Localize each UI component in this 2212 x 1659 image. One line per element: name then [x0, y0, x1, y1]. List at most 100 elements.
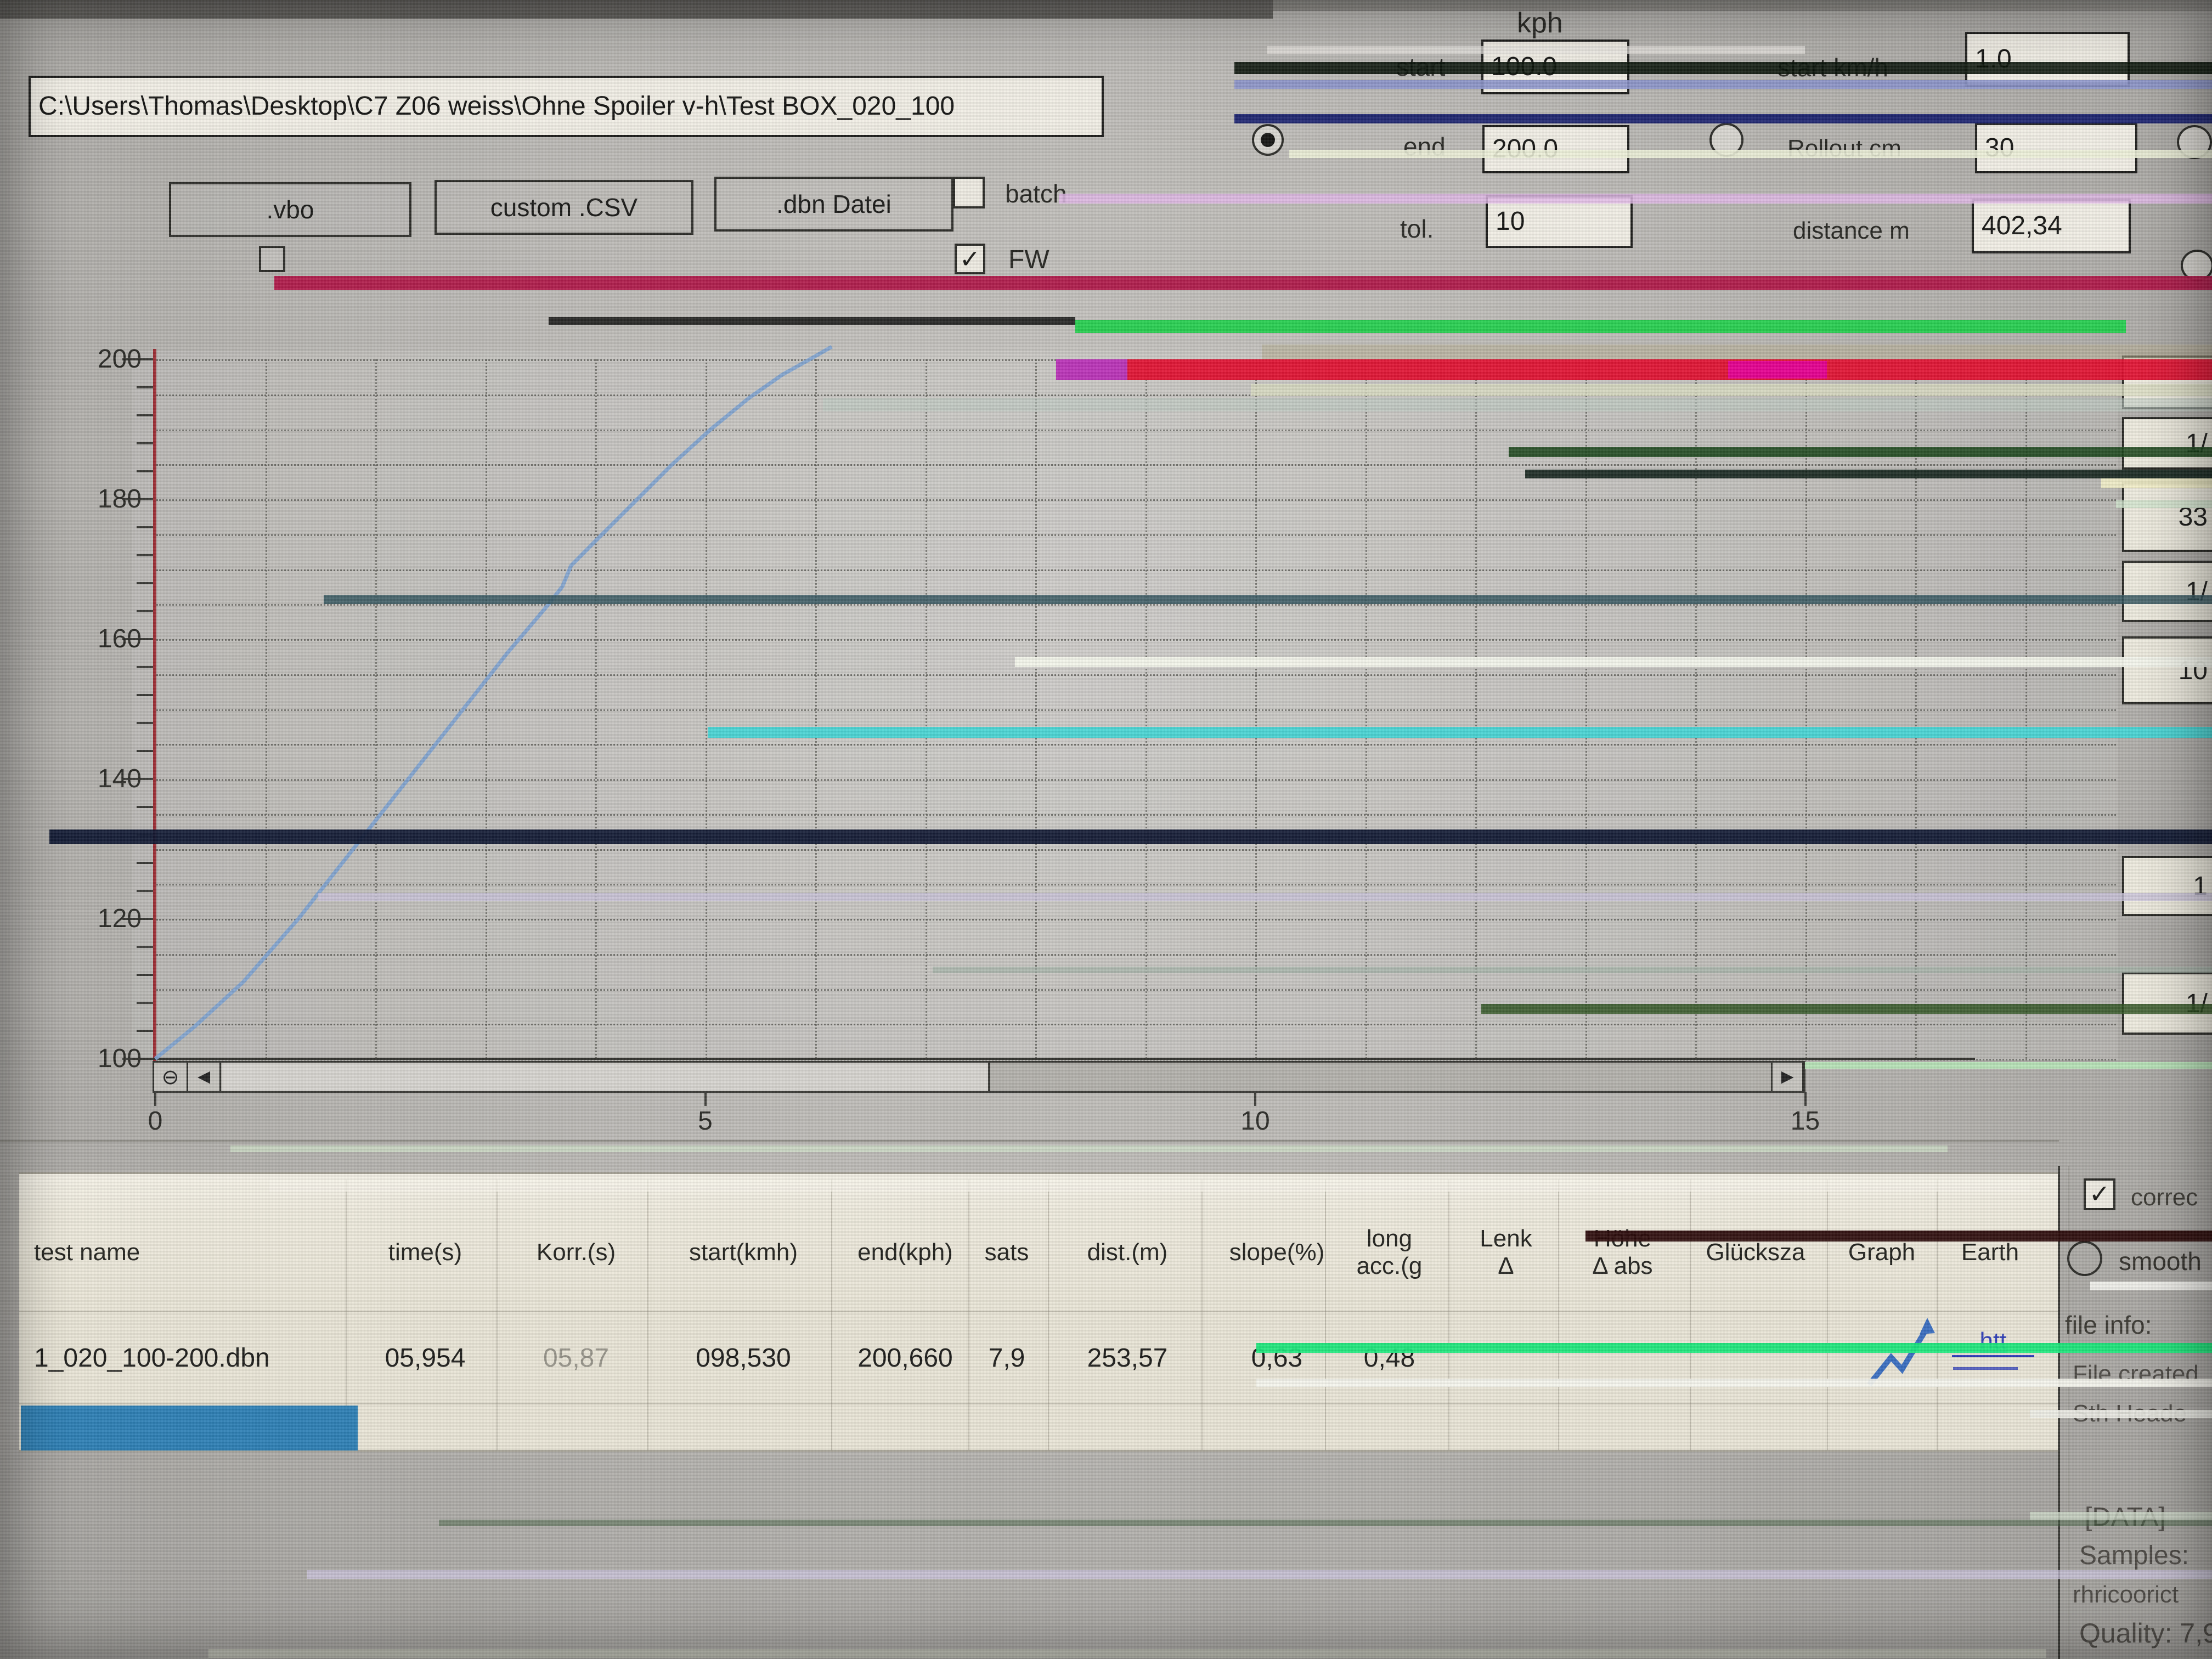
table-cell[interactable]: 0,48 [1330, 1317, 1448, 1399]
selected-row-cell[interactable] [21, 1406, 358, 1451]
table-cell[interactable] [1695, 1317, 1816, 1399]
column-separator [1048, 1180, 1049, 1451]
vbox-analysis-app: C:\Users\Thomas\Desktop\C7 Z06 weiss\Ohn… [0, 0, 2212, 1659]
edge-radio-bottom[interactable] [2181, 250, 2212, 281]
table-header-h-he-abs[interactable]: Höhe Δ abs [1564, 1199, 1681, 1306]
table-header-graph[interactable]: Graph [1832, 1199, 1931, 1306]
smooth-label: smooth [2119, 1246, 2202, 1276]
scroll-right-icon[interactable]: ► [1771, 1063, 1804, 1091]
fw-label: FW [1008, 245, 1049, 275]
table-cell[interactable]: 0,63 [1207, 1317, 1347, 1399]
table-header-long-acc-g[interactable]: long acc.(g [1330, 1199, 1448, 1306]
scroll-left-glyph: ◄ [194, 1065, 215, 1089]
top-bezel-strip-right [1273, 0, 2212, 11]
side-field[interactable] [2122, 356, 2212, 409]
batch-checkbox[interactable] [953, 177, 985, 208]
column-separator [496, 1180, 498, 1451]
table-cell[interactable]: 253,57 [1053, 1317, 1201, 1399]
vbo-option-checkbox[interactable] [259, 246, 285, 272]
table-header-time-s-[interactable]: time(s) [351, 1199, 499, 1306]
file-info-title: file info: [2065, 1310, 2152, 1340]
y-tick-label: 140 [48, 764, 142, 794]
table-cell[interactable]: 05,87 [502, 1317, 650, 1399]
side-field[interactable]: 1/ [2122, 417, 2212, 470]
data-section-tag: [DATA] [2085, 1502, 2166, 1532]
end-speed-input[interactable]: 200.0 [1482, 125, 1629, 173]
table-cell[interactable]: 1_020_100-200.dbn [21, 1317, 345, 1399]
table-row-separator [19, 1403, 2059, 1404]
glitch-bar [208, 1649, 2046, 1658]
table-cell[interactable]: 200,660 [837, 1317, 974, 1399]
mode-radio-selected[interactable] [1252, 124, 1284, 156]
scroll-left-icon[interactable]: ◄ [188, 1063, 221, 1091]
start-kmh-input[interactable]: 1.0 [1965, 32, 2130, 87]
table-cell[interactable]: 098,530 [653, 1317, 834, 1399]
side-field[interactable]: 33 [2122, 482, 2212, 552]
edge-radio-top[interactable] [2177, 125, 2212, 159]
vbo-import-button[interactable]: .vbo [169, 182, 411, 237]
smooth-radio[interactable] [2067, 1241, 2102, 1276]
side-field[interactable]: 1 [2122, 856, 2212, 916]
custom-csv-import-button[interactable]: custom .CSV [435, 180, 693, 235]
zoom-out-icon[interactable]: ⊖ [154, 1063, 188, 1091]
y-tick-label: 160 [48, 624, 142, 654]
table-header-test-name[interactable]: test name [21, 1199, 345, 1306]
column-separator [1325, 1180, 1326, 1451]
column-separator [1827, 1180, 1828, 1451]
chart-horizontal-scrollbar[interactable]: ⊖ ◄ ► [153, 1061, 1805, 1093]
samples-line: Samples: [2079, 1541, 2189, 1571]
rollout-radio[interactable] [1709, 123, 1743, 157]
file-info-line3: rhricoorict [2073, 1581, 2179, 1609]
x-tick-label: 5 [673, 1106, 738, 1136]
table-header-korr-s-[interactable]: Korr.(s) [502, 1199, 650, 1306]
tolerance-input[interactable]: 10 [1486, 195, 1633, 248]
correct-checkbox[interactable] [2084, 1178, 2115, 1210]
side-field[interactable]: 1/ [2122, 561, 2212, 622]
x-tick-label: 10 [1222, 1106, 1288, 1136]
dbn-button-label: .dbn Datei [776, 189, 891, 219]
y-tick-label: 100 [48, 1043, 142, 1074]
panel-border [2058, 1166, 2060, 1659]
start-speed-input[interactable]: 100.0 [1481, 40, 1629, 94]
table-cell[interactable] [1564, 1317, 1681, 1399]
table-cell[interactable] [1454, 1317, 1558, 1399]
table-header-lenk-[interactable]: Lenk Δ [1454, 1199, 1558, 1306]
x-tick-label: 15 [1773, 1106, 1838, 1136]
scrollbar-thumb[interactable] [222, 1063, 990, 1091]
file-info-line1: File created [2073, 1361, 2199, 1388]
table-header-start-kmh-[interactable]: start(kmh) [653, 1199, 834, 1306]
y-tick-label: 180 [48, 484, 142, 514]
column-separator [968, 1180, 969, 1451]
correct-label: correc [2131, 1184, 2198, 1211]
kph-unit-label: kph [1517, 7, 1563, 40]
distance-input[interactable]: 402,34 [1972, 199, 2131, 253]
table-header-end-kph-[interactable]: end(kph) [837, 1199, 974, 1306]
dbn-import-button[interactable]: .dbn Datei [714, 177, 953, 232]
fw-checkbox[interactable] [955, 244, 985, 274]
tolerance-label: tol. [1400, 214, 1434, 244]
glitch-bar [439, 1520, 2212, 1526]
rollout-label: Rollout cm [1787, 135, 1901, 162]
vbo-button-label: .vbo [267, 195, 314, 224]
side-field[interactable]: 1/ [2122, 972, 2212, 1035]
panel-inner-line [2068, 1166, 2069, 1659]
table-header-gl-cksza[interactable]: Glücksza [1695, 1199, 1816, 1306]
start-kmh-label: start km/h [1778, 53, 1888, 82]
y-tick-label: 120 [48, 904, 142, 934]
table-header-earth[interactable]: Earth [1942, 1199, 2038, 1306]
table-header-sats[interactable]: sats [974, 1199, 1040, 1306]
table-cell[interactable]: 05,954 [351, 1317, 499, 1399]
y-tick-label: 200 [48, 344, 142, 374]
earth-link[interactable]: htt [1952, 1328, 2034, 1357]
table-border-top [19, 1172, 2059, 1174]
side-field[interactable]: 10 [2122, 636, 2212, 704]
graph-icon[interactable] [1863, 1312, 1945, 1395]
rollout-input[interactable]: 30 [1975, 123, 2137, 173]
file-path-input[interactable]: C:\Users\Thomas\Desktop\C7 Z06 weiss\Ohn… [29, 76, 1104, 137]
column-separator [1201, 1180, 1203, 1451]
glitch-bar [549, 317, 1075, 325]
table-header-dist-m-[interactable]: dist.(m) [1053, 1199, 1201, 1306]
glitch-bar [307, 1570, 2212, 1579]
table-cell[interactable]: 7,9 [974, 1317, 1040, 1399]
zoom-out-glyph: ⊖ [162, 1065, 179, 1090]
